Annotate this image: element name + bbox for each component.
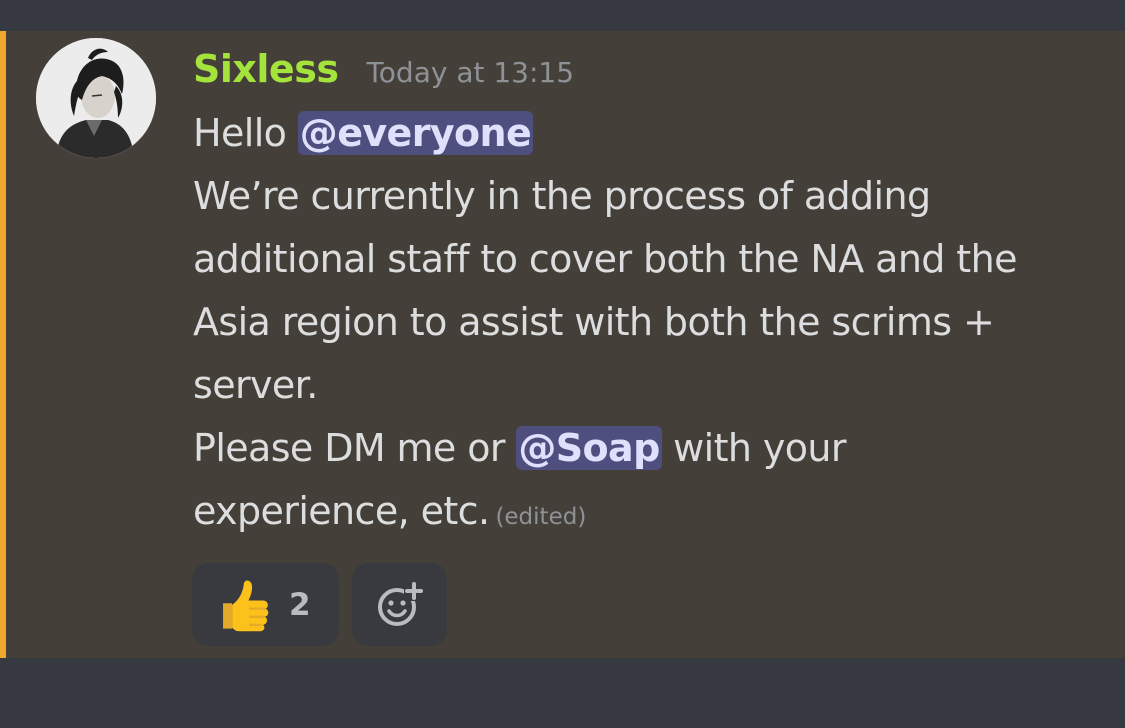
message-content: Hello @everyone We’re currently in the p… — [193, 102, 1103, 543]
reaction-thumbs-up[interactable]: 2 — [192, 563, 339, 646]
add-reaction-icon — [377, 580, 424, 626]
message-text: experience, etc. — [193, 489, 490, 533]
message-line: additional staff to cover both the NA an… — [193, 237, 1017, 281]
username[interactable]: Sixless — [193, 47, 339, 91]
timestamp[interactable]: Today at 13:15 — [366, 56, 574, 89]
avatar[interactable] — [36, 38, 156, 158]
message-text: with your — [661, 426, 846, 470]
message-text: Please DM me or — [193, 426, 517, 470]
mention-everyone[interactable]: @everyone — [297, 111, 534, 155]
reactions-bar: 2 — [192, 563, 447, 646]
message-line: We’re currently in the process of adding — [193, 174, 931, 218]
reaction-count: 2 — [289, 586, 311, 623]
message-line: Please DM me or @Soap with your — [193, 417, 1103, 480]
avatar-image — [36, 38, 156, 158]
mention-highlight-bar — [0, 31, 6, 658]
message-header: Sixless Today at 13:15 — [193, 47, 574, 99]
message-line: experience, etc. (edited) — [193, 480, 1103, 543]
message-line: Asia region to assist with both the scri… — [193, 300, 995, 344]
thumbs-up-icon — [223, 579, 269, 631]
mention-soap[interactable]: @Soap — [516, 426, 662, 470]
channel-top-strip — [0, 0, 1125, 31]
chat-message[interactable]: Sixless Today at 13:15 Hello @everyone W… — [0, 31, 1125, 658]
add-reaction-button[interactable] — [352, 563, 447, 646]
message-text: Hello — [193, 111, 298, 155]
edited-label: (edited) — [495, 504, 587, 530]
message-line: Hello @everyone — [193, 102, 1103, 165]
message-line: server. — [193, 363, 318, 407]
